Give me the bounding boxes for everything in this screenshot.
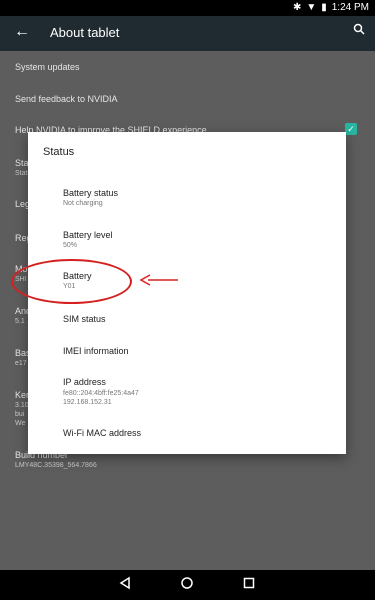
wifi-icon: ▼ [306,2,317,13]
settings-item-label: Send feedback to NVIDIA [15,94,118,104]
status-icons: ✱ ▼ ▮ 1:24 PM [293,2,369,13]
settings-item-sub: 3.10 [15,402,29,409]
battery-icon: ▮ [321,2,327,13]
settings-item-sub: LMY48C.35398_564.7866 [15,462,97,469]
status-item-value: Not charging [63,200,103,207]
status-item-imei-information[interactable]: IMEI information [63,346,129,356]
status-item-value: fe80::204:4bff:fe25:4a47 192.168.152.31 [63,389,139,407]
settings-item-kernel[interactable]: Ker 3.10 bui We [15,390,29,427]
help-improve-checkbox[interactable]: ✓ [345,123,357,135]
status-bar: ✱ ▼ ▮ 1:24 PM [0,0,375,16]
status-item-label: Wi-Fi MAC address [63,428,142,438]
annotation-ellipse [11,259,132,304]
back-arrow-icon[interactable]: ← [14,23,30,41]
status-item-label: IMEI information [63,346,129,356]
ip-address-line: 192.168.152.31 [63,399,112,406]
status-item-value: 50% [63,242,78,249]
back-icon[interactable] [118,576,132,590]
recent-apps-icon[interactable] [242,576,256,590]
ip-address-line: fe80::204:4bff:fe25:4a47 [63,390,139,397]
status-item-ip-address[interactable]: IP address fe80::204:4bff:fe25:4a47 192.… [63,377,139,407]
page-title: About tablet [50,25,120,40]
settings-item-sub: We [15,420,26,427]
annotation-arrow [139,274,178,286]
settings-item-sub: bui [15,411,25,418]
settings-item-label: System updates [15,62,80,72]
settings-item-send-feedback[interactable]: Send feedback to NVIDIA [15,94,118,104]
status-item-label: SIM status [63,314,106,324]
status-item-sim-status[interactable]: SIM status [63,314,106,324]
status-item-wifi-mac-address[interactable]: Wi-Fi MAC address [63,428,141,438]
dialog-title: Status [43,146,75,158]
status-item-battery-level[interactable]: Battery level 50% [63,230,113,249]
bluetooth-icon: ✱ [292,2,302,13]
app-toolbar: ← About tablet [0,16,375,51]
status-item-label: Battery level [63,230,113,240]
settings-item-label: Ker [15,390,30,400]
settings-item-system-updates[interactable]: System updates [15,62,80,72]
home-icon[interactable] [180,576,194,590]
status-item-label: IP address [63,377,106,387]
clock: 1:24 PM [331,2,369,13]
status-item-label: Battery status [63,188,119,198]
status-item-battery-status[interactable]: Battery status Not charging [63,188,118,207]
navigation-bar [0,570,375,600]
search-icon[interactable] [353,23,365,35]
